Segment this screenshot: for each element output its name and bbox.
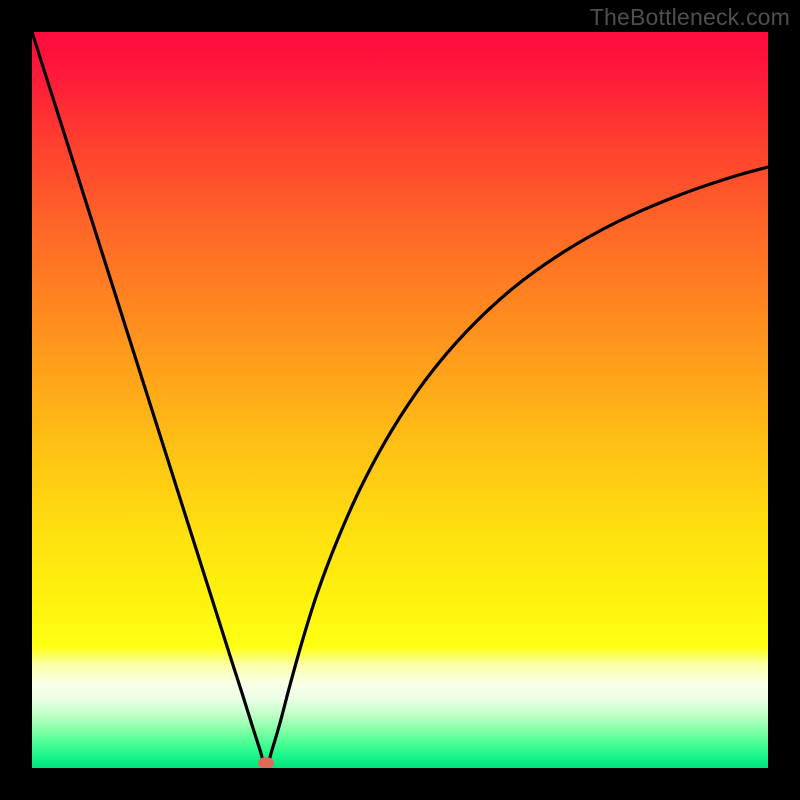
chart-frame: TheBottleneck.com [0, 0, 800, 800]
plot-area [32, 32, 768, 768]
plot-svg [32, 32, 768, 768]
gradient-background [32, 32, 768, 768]
watermark-text: TheBottleneck.com [590, 4, 790, 31]
